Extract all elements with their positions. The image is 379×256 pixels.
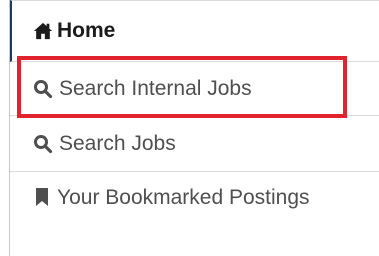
nav-item-label: Your Bookmarked Postings xyxy=(57,186,310,209)
nav-item-label: Search Internal Jobs xyxy=(59,76,252,100)
home-icon xyxy=(33,20,53,42)
nav-item-search-jobs[interactable]: Search Jobs xyxy=(10,116,379,172)
bookmark-icon xyxy=(33,186,51,208)
nav-item-home[interactable]: Home xyxy=(10,0,379,62)
search-icon xyxy=(33,133,53,155)
nav-item-label: Search Jobs xyxy=(59,131,176,155)
nav-item-label: Home xyxy=(57,19,116,42)
side-navigation: Home Search Internal Jobs Search Jobs Yo… xyxy=(9,0,379,256)
search-icon xyxy=(33,78,53,100)
nav-item-search-internal-jobs[interactable]: Search Internal Jobs xyxy=(10,62,379,116)
nav-item-bookmarked-postings[interactable]: Your Bookmarked Postings xyxy=(10,172,379,256)
